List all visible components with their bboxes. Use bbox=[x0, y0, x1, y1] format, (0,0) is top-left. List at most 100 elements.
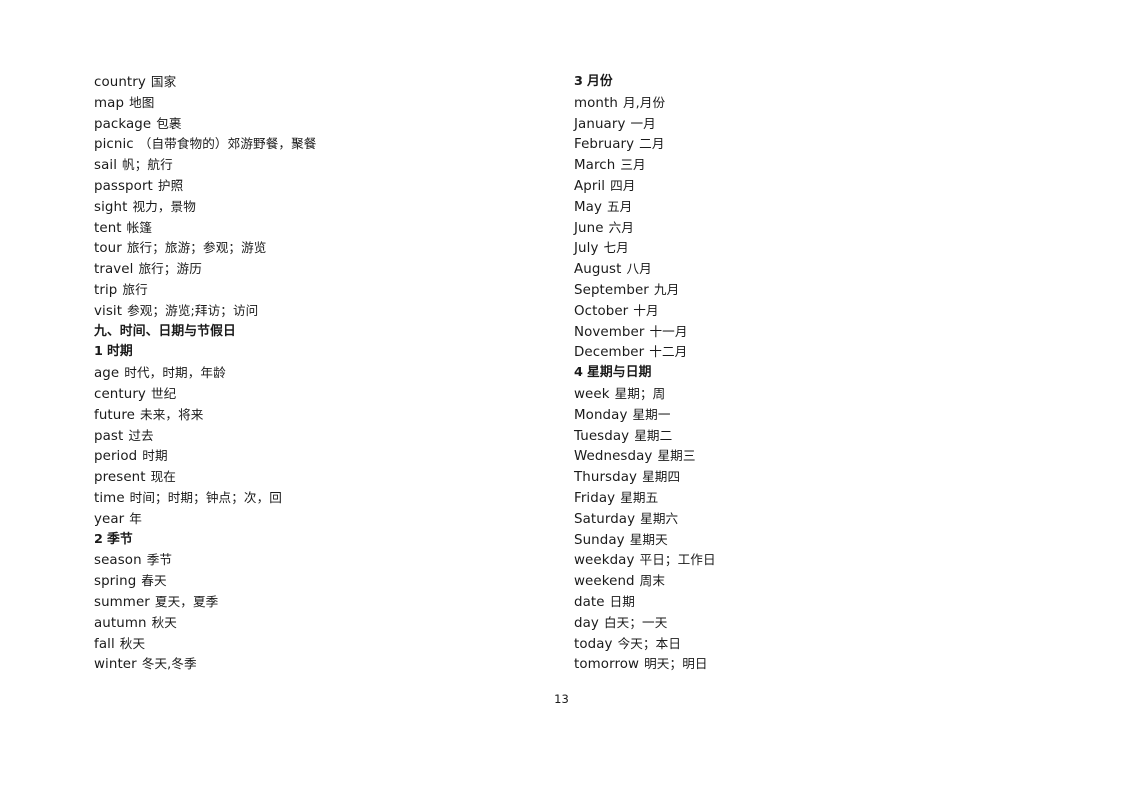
vocabulary-term: day bbox=[574, 615, 599, 631]
vocabulary-entry: past 过去 bbox=[94, 426, 534, 447]
vocabulary-term: Monday bbox=[574, 407, 628, 423]
section-heading-gloss: 月份 bbox=[587, 74, 613, 89]
vocabulary-entry: period 时期 bbox=[94, 446, 534, 467]
vocabulary-entry: date 日期 bbox=[574, 592, 1034, 613]
vocabulary-term: October bbox=[574, 303, 629, 319]
vocabulary-entry: April 四月 bbox=[574, 176, 1034, 197]
section-heading: 2 季节 bbox=[94, 530, 534, 551]
vocabulary-gloss: 护照 bbox=[157, 177, 184, 193]
vocabulary-entry: September 九月 bbox=[574, 280, 1034, 301]
vocabulary-term: autumn bbox=[94, 615, 147, 631]
vocabulary-gloss: 月,月份 bbox=[622, 94, 666, 110]
vocabulary-term: picnic bbox=[94, 137, 134, 153]
vocabulary-gloss: 现在 bbox=[150, 469, 176, 485]
vocabulary-gloss: 星期一 bbox=[632, 406, 671, 422]
vocabulary-term: passport bbox=[94, 178, 153, 194]
vocabulary-entry: May 五月 bbox=[574, 197, 1034, 218]
vocabulary-entry: map 地图 bbox=[94, 93, 534, 114]
vocabulary-gloss: 周末 bbox=[639, 573, 666, 589]
vocabulary-gloss: 帐篷 bbox=[126, 219, 153, 235]
vocabulary-entry: December 十二月 bbox=[574, 342, 1034, 363]
vocabulary-entry: season 季节 bbox=[94, 550, 534, 571]
vocabulary-gloss: （自带食物的）郊游野餐，聚餐 bbox=[138, 136, 317, 152]
vocabulary-columns: country 国家 map 地图 package 包裹 picnic （自带食物的）郊游野餐… bbox=[0, 72, 1123, 682]
vocabulary-entry: trip 旅行 bbox=[94, 280, 534, 301]
vocabulary-term: Friday bbox=[574, 490, 616, 506]
vocabulary-entry: package 包裹 bbox=[94, 114, 534, 135]
vocabulary-entry: future 未来，将来 bbox=[94, 405, 534, 426]
vocabulary-entry: today 今天；本日 bbox=[574, 634, 1034, 655]
vocabulary-term: sight bbox=[94, 199, 128, 215]
vocabulary-term: period bbox=[94, 449, 138, 465]
vocabulary-gloss: 时间；时期；钟点；次，回 bbox=[129, 489, 282, 505]
vocabulary-gloss: 星期；周 bbox=[614, 385, 666, 401]
vocabulary-entry: Friday 星期五 bbox=[574, 488, 1034, 509]
vocabulary-gloss: 星期四 bbox=[642, 469, 681, 485]
vocabulary-entry: passport 护照 bbox=[94, 176, 534, 197]
vocabulary-entry: February 二月 bbox=[574, 134, 1034, 155]
vocabulary-term: map bbox=[94, 95, 125, 111]
vocabulary-entry: sight 视力，景物 bbox=[94, 197, 534, 218]
vocabulary-term: summer bbox=[94, 594, 150, 610]
vocabulary-gloss: 世纪 bbox=[150, 385, 177, 401]
vocabulary-gloss: 春天 bbox=[141, 573, 167, 589]
vocabulary-gloss: 未来，将来 bbox=[140, 406, 204, 422]
vocabulary-gloss: 年 bbox=[129, 510, 142, 526]
vocabulary-gloss: 包裹 bbox=[156, 115, 182, 131]
vocabulary-term: June bbox=[574, 220, 604, 236]
vocabulary-entry: July 七月 bbox=[574, 238, 1034, 259]
vocabulary-gloss: 星期二 bbox=[634, 427, 673, 443]
vocabulary-entry: fall 秋天 bbox=[94, 634, 534, 655]
vocabulary-gloss: 星期五 bbox=[620, 489, 659, 505]
vocabulary-entry: March 三月 bbox=[574, 155, 1034, 176]
vocabulary-gloss: 星期六 bbox=[640, 510, 679, 526]
vocabulary-term: time bbox=[94, 490, 125, 506]
vocabulary-entry: Saturday 星期六 bbox=[574, 509, 1034, 530]
vocabulary-gloss: 秋天 bbox=[119, 635, 146, 651]
vocabulary-entry: day 白天；一天 bbox=[574, 613, 1034, 634]
vocabulary-term: date bbox=[574, 594, 605, 610]
vocabulary-column-left: country 国家 map 地图 package 包裹 picnic （自带食物的）郊游野餐… bbox=[94, 72, 534, 675]
vocabulary-term: today bbox=[574, 636, 613, 652]
section-heading-label: 4 bbox=[574, 365, 584, 381]
vocabulary-entry: weekday 平日；工作日 bbox=[574, 550, 1034, 571]
page-number: 13 bbox=[554, 692, 569, 706]
vocabulary-entry: October 十月 bbox=[574, 301, 1034, 322]
vocabulary-term: March bbox=[574, 158, 616, 174]
section-heading: 九、时间、日期与节假日 bbox=[94, 322, 534, 343]
vocabulary-gloss: 十月 bbox=[633, 302, 659, 318]
vocabulary-term: winter bbox=[94, 657, 137, 673]
vocabulary-term: future bbox=[94, 407, 135, 423]
section-heading-gloss: 星期与日期 bbox=[587, 365, 652, 381]
vocabulary-term: visit bbox=[94, 303, 123, 319]
section-heading: 3 月份 bbox=[574, 72, 1034, 93]
vocabulary-gloss: 六月 bbox=[608, 219, 634, 235]
vocabulary-entry: travel 旅行；游历 bbox=[94, 259, 534, 280]
vocabulary-term: February bbox=[574, 137, 635, 153]
section-heading-label: 3 bbox=[574, 74, 584, 89]
vocabulary-entry: age 时代，时期，年龄 bbox=[94, 363, 534, 384]
vocabulary-gloss: 旅行 bbox=[122, 281, 148, 297]
vocabulary-gloss: 旅行；旅游；参观；游览 bbox=[126, 240, 267, 256]
vocabulary-term: season bbox=[94, 553, 142, 569]
vocabulary-gloss: 帆；航行 bbox=[122, 157, 173, 173]
vocabulary-gloss: 冬天,冬季 bbox=[141, 656, 197, 672]
vocabulary-term: tour bbox=[94, 241, 122, 257]
vocabulary-gloss: 九月 bbox=[653, 281, 680, 297]
vocabulary-entry: June 六月 bbox=[574, 218, 1034, 239]
vocabulary-column-right: 3 月份 month 月,月份 January 一月 February 二月 March 三月 Ap… bbox=[574, 72, 1034, 675]
vocabulary-term: Sunday bbox=[574, 532, 625, 548]
vocabulary-gloss: 视力，景物 bbox=[132, 198, 196, 214]
vocabulary-entry: week 星期；周 bbox=[574, 384, 1034, 405]
vocabulary-term: weekend bbox=[574, 574, 635, 590]
vocabulary-gloss: 八月 bbox=[626, 261, 652, 277]
vocabulary-term: Saturday bbox=[574, 511, 636, 527]
section-heading-gloss: 时期 bbox=[107, 344, 133, 360]
vocabulary-term: travel bbox=[94, 262, 134, 278]
vocabulary-term: present bbox=[94, 470, 146, 486]
vocabulary-gloss: 十一月 bbox=[649, 323, 688, 339]
vocabulary-gloss: 夏天，夏季 bbox=[154, 593, 219, 609]
vocabulary-entry: tour 旅行；旅游；参观；游览 bbox=[94, 238, 534, 259]
vocabulary-term: August bbox=[574, 262, 622, 278]
vocabulary-gloss: 白天；一天 bbox=[603, 614, 668, 630]
